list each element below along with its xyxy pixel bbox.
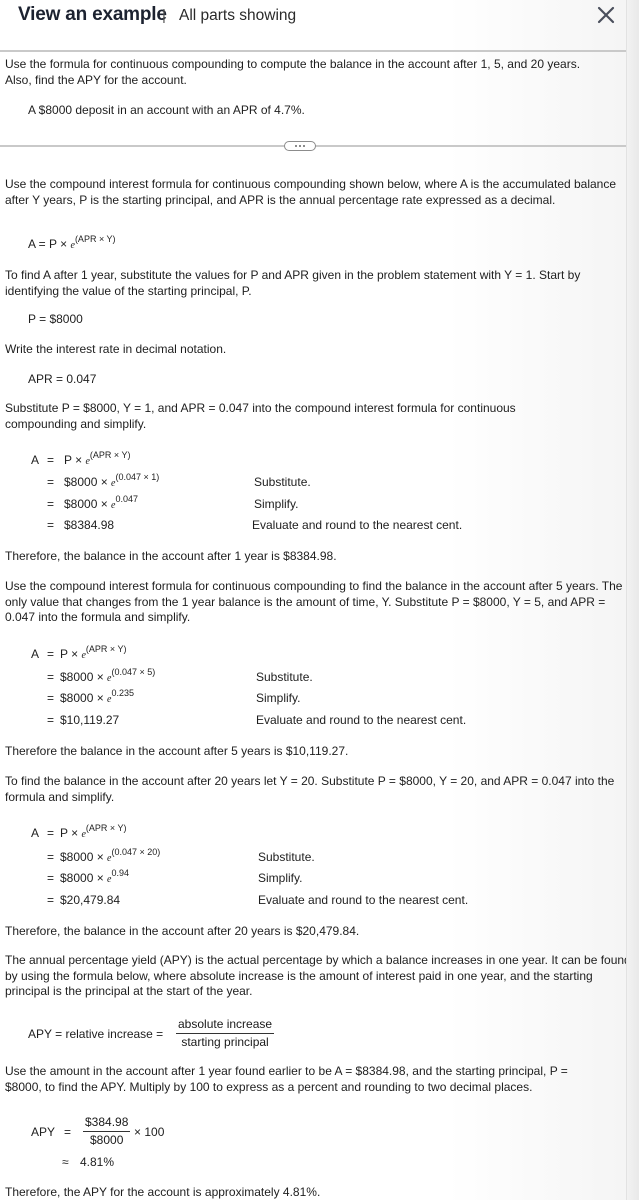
panel-title: View an example xyxy=(18,4,167,25)
problem-prompt: Use the formula for continuous compoundi… xyxy=(5,57,581,87)
step-note: Evaluate and round to the nearest cent. xyxy=(256,713,467,727)
example-panel: View an example | All parts showing Use … xyxy=(0,0,639,1200)
apy-result: Therefore, the APY for the account is ap… xyxy=(5,1185,321,1199)
step-note: Simplify. xyxy=(256,691,301,705)
sub5-text: Use the compound interest formula for co… xyxy=(5,579,623,624)
close-button[interactable] xyxy=(594,3,618,27)
result-year1: Therefore, the balance in the account af… xyxy=(5,549,337,563)
step1-text: To find A after 1 year, substitute the v… xyxy=(5,268,581,298)
sub20-text: To find the balance in the account after… xyxy=(5,774,615,804)
step-note: Evaluate and round to the nearest cent. xyxy=(252,518,463,532)
step-note: Simplify. xyxy=(258,871,303,885)
rate-value: APR = 0.047 xyxy=(28,372,97,386)
step-note: Substitute. xyxy=(254,475,311,489)
apy-text: The annual percentage yield (APY) is the… xyxy=(5,953,631,998)
result-year5: Therefore the balance in the account aft… xyxy=(5,744,349,758)
expand-button[interactable] xyxy=(284,141,316,151)
solution-intro: Use the compound interest formula for co… xyxy=(5,177,617,207)
step-note: Simplify. xyxy=(254,497,299,511)
rate-text: Write the interest rate in decimal notat… xyxy=(5,342,227,356)
panel-subtitle: All parts showing xyxy=(179,7,297,24)
step-note: Evaluate and round to the nearest cent. xyxy=(258,893,469,907)
scrollbar[interactable] xyxy=(626,0,639,1200)
apy-value: 4.81% xyxy=(80,1155,115,1169)
divider xyxy=(0,50,627,52)
sub1-text: Substitute P = $8000, Y = 1, and APR = 0… xyxy=(5,401,516,431)
continuous-formula: A = P × e(APR × Y) xyxy=(28,234,116,251)
problem-given: A $8000 deposit in an account with an AP… xyxy=(28,103,305,117)
principal-value: P = $8000 xyxy=(28,312,83,326)
panel-header: View an example | All parts showing xyxy=(0,0,627,50)
apy-sub-text: Use the amount in the account after 1 ye… xyxy=(5,1064,568,1094)
step-note: Substitute. xyxy=(258,850,315,864)
ellipsis-icon xyxy=(295,145,297,147)
step-note: Substitute. xyxy=(256,670,313,684)
close-x-icon xyxy=(597,6,615,24)
title-separator: | xyxy=(162,7,166,24)
result-year20: Therefore, the balance in the account af… xyxy=(5,924,360,938)
